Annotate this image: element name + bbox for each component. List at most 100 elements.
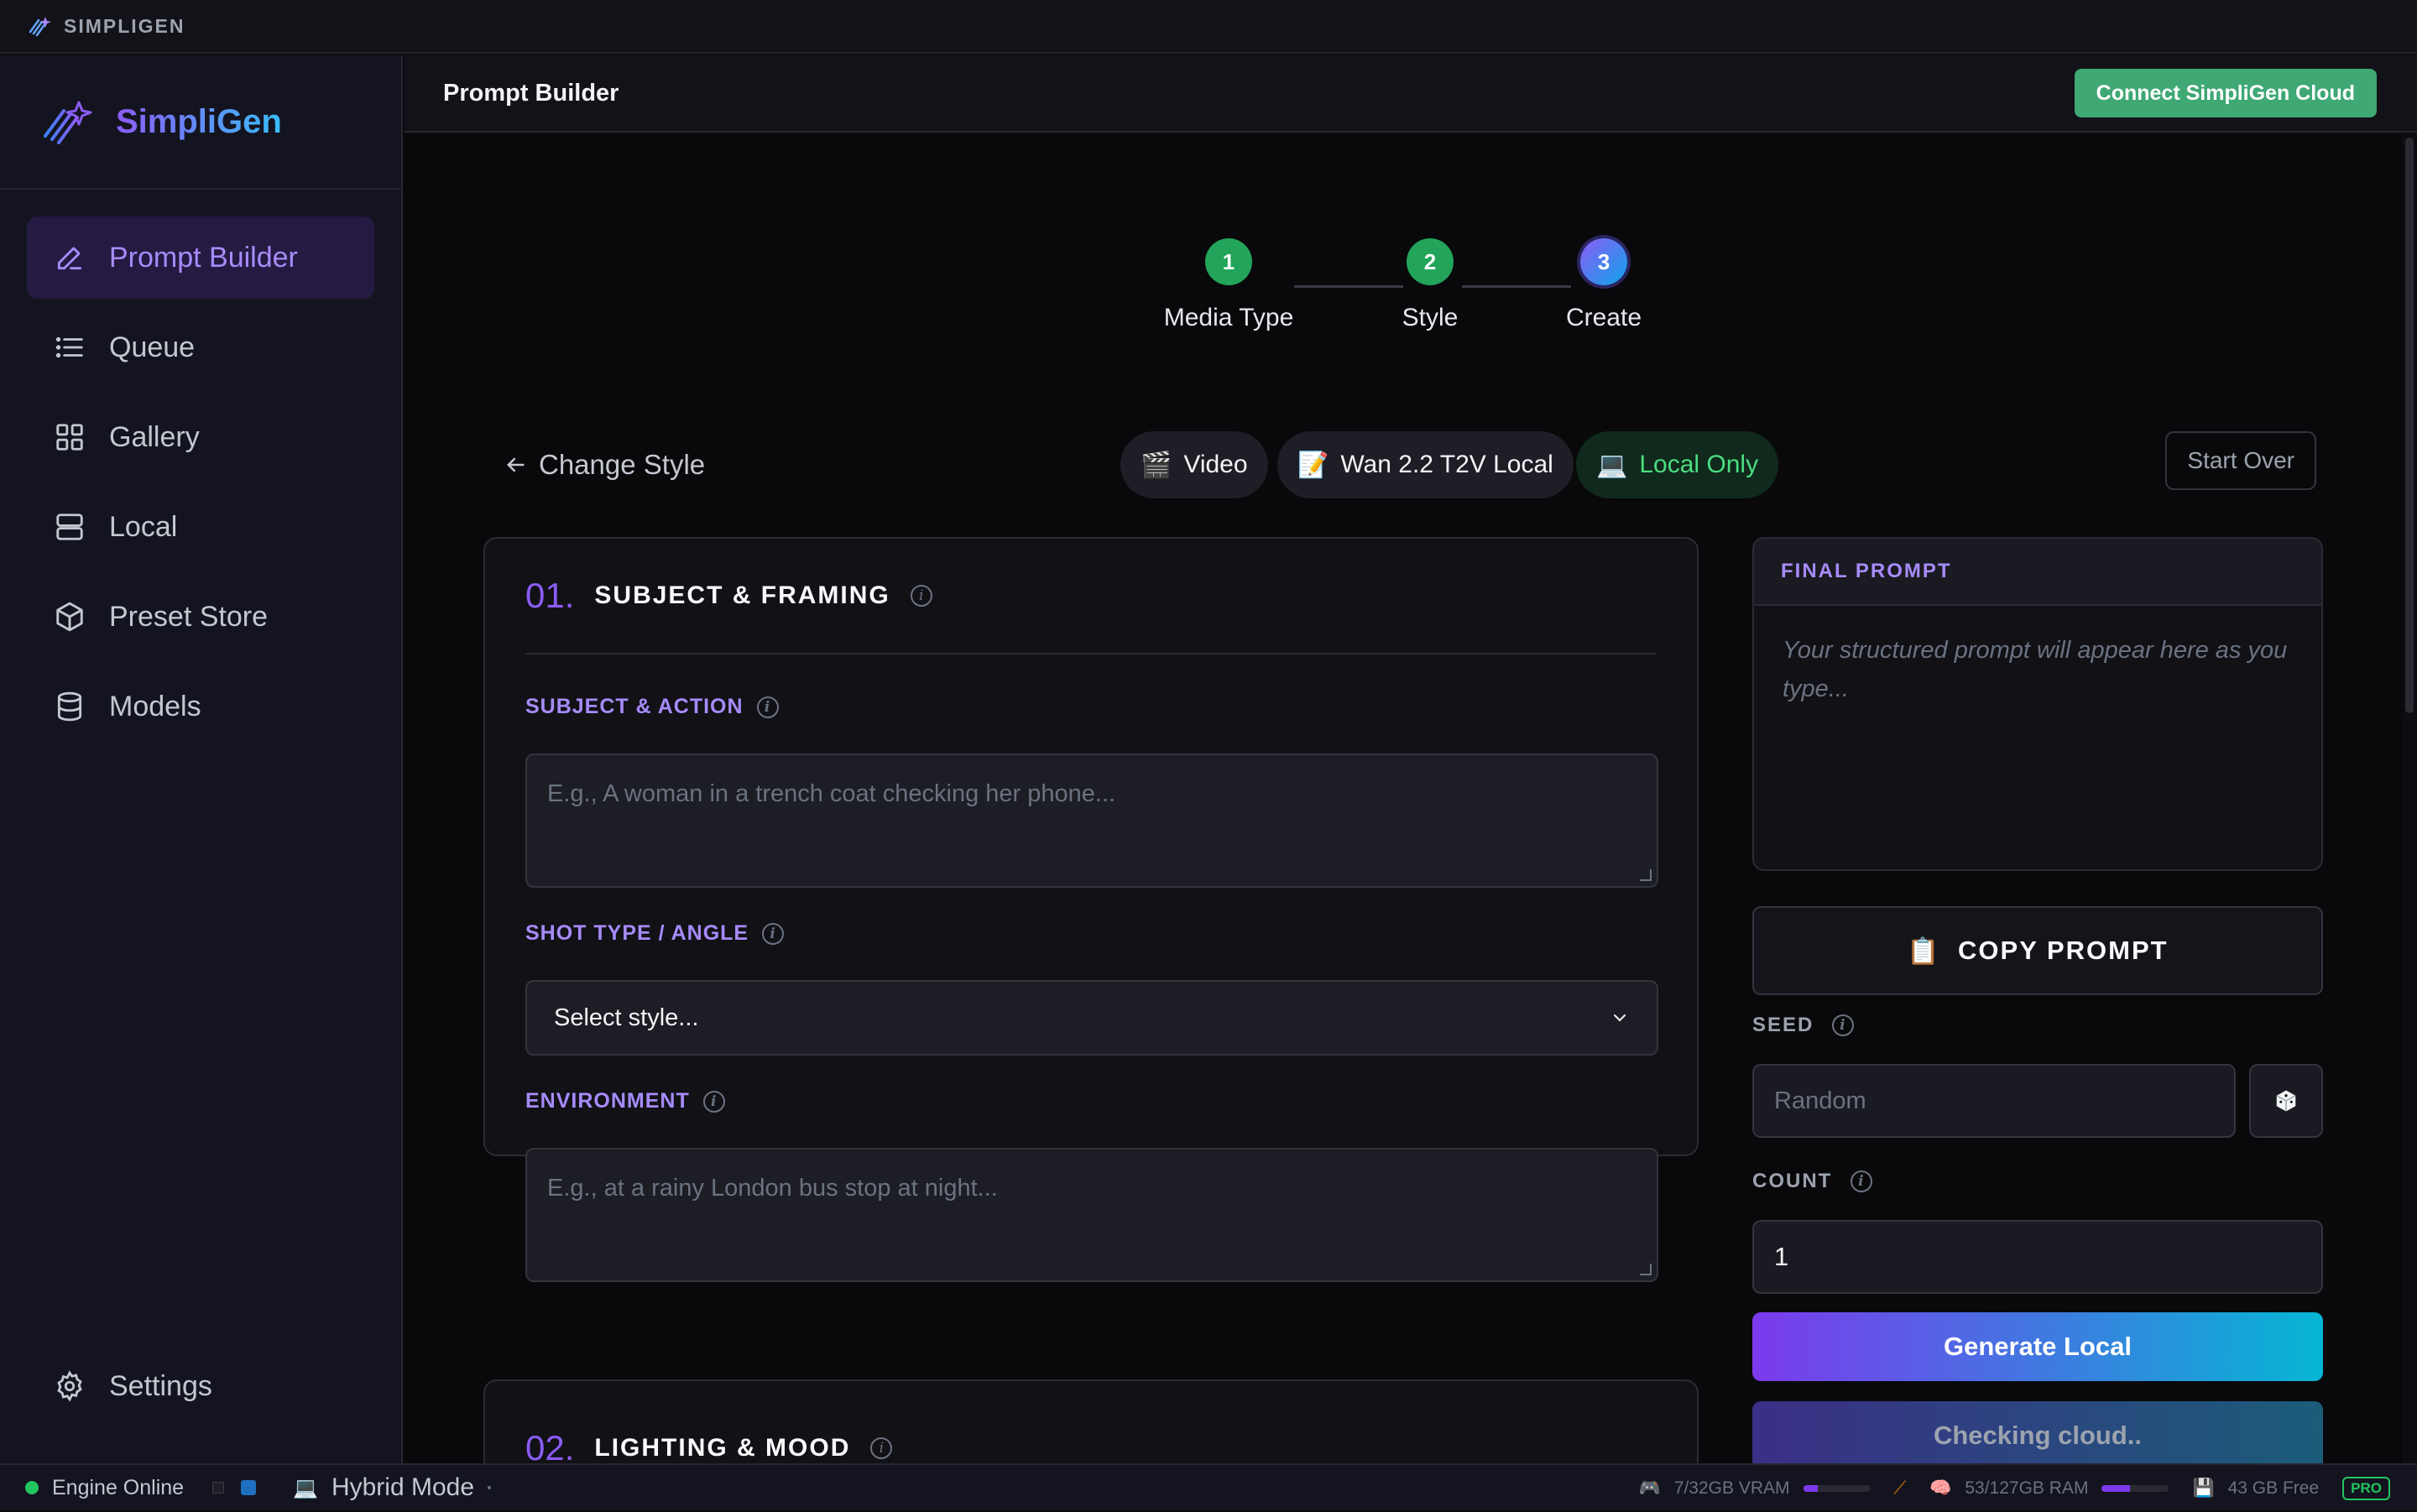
sidebar-item-local[interactable]: Local — [27, 486, 374, 568]
sidebar: SimpliGen Prompt Builder Queue Gallery L… — [0, 55, 403, 1463]
database-icon — [57, 691, 82, 722]
ram-text: 53/127GB RAM — [1965, 1478, 2089, 1498]
list-icon — [55, 336, 83, 358]
model-chip[interactable]: 📝 Wan 2.2 T2V Local — [1277, 431, 1574, 498]
start-over-button[interactable]: Start Over — [2165, 431, 2316, 490]
environment-label: ENVIRONMENT i — [525, 1089, 725, 1113]
media-type-chip[interactable]: 🎬 Video — [1120, 431, 1268, 498]
step-label: Style — [1402, 304, 1459, 331]
sidebar-item-label: Settings — [109, 1369, 212, 1402]
pencil-icon — [57, 247, 82, 270]
subject-label: SUBJECT & ACTION i — [525, 695, 779, 719]
copy-prompt-button[interactable]: 📋 COPY PROMPT — [1752, 906, 2323, 995]
mode-text: Hybrid Mode — [331, 1473, 475, 1501]
resize-grip-icon[interactable] — [1640, 869, 1652, 881]
ram-meter-fill — [2101, 1485, 2131, 1492]
info-icon[interactable]: i — [910, 585, 932, 607]
sidebar-item-label: Prompt Builder — [109, 241, 298, 274]
step-media-type[interactable]: 1 Media Type — [1145, 238, 1313, 332]
copy-prompt-label: COPY PROMPT — [1958, 936, 2169, 965]
main-scrollbar[interactable] — [2402, 134, 2417, 1463]
gpu-icon: 🎮 — [1638, 1478, 1661, 1498]
info-icon[interactable]: i — [702, 1090, 725, 1113]
resize-grip-icon[interactable] — [1640, 1264, 1652, 1275]
disk-stat: 💾 43 GB Free — [2192, 1478, 2319, 1499]
engine-status-text: Engine Online — [52, 1475, 185, 1499]
laptop-icon: 💻 — [293, 1476, 318, 1499]
final-prompt-text[interactable]: Your structured prompt will appear here … — [1754, 606, 2321, 733]
sidebar-nav: Prompt Builder Queue Gallery Local Prese… — [0, 190, 401, 748]
mode-dot-icon — [488, 1486, 492, 1489]
arrow-left-icon — [507, 457, 525, 472]
chip-label: Video — [1183, 451, 1248, 478]
step-style[interactable]: 2 Style — [1346, 238, 1514, 332]
change-style-link[interactable]: Change Style — [504, 431, 705, 498]
refresh-icon[interactable] — [241, 1480, 257, 1495]
info-icon[interactable]: i — [870, 1437, 893, 1459]
pro-badge: PRO — [2342, 1477, 2390, 1500]
randomize-seed-button[interactable] — [2249, 1064, 2323, 1138]
generate-local-button[interactable]: Generate Local — [1752, 1312, 2323, 1381]
final-prompt-header: FINAL PROMPT — [1754, 539, 2321, 606]
subject-input[interactable]: E.g., A woman in a trench coat checking … — [525, 753, 1658, 888]
mode-indicator[interactable]: 💻 Hybrid Mode — [293, 1473, 492, 1502]
titlebar-app-name: SIMPLIGEN — [64, 14, 185, 37]
brain-icon: 🧠 — [1929, 1478, 1952, 1498]
mode-chip[interactable]: 💻 Local Only — [1576, 431, 1779, 498]
clipboard-icon: 📋 — [1907, 936, 1942, 966]
ram-meter — [2101, 1485, 2169, 1492]
step-label: Media Type — [1163, 304, 1294, 331]
step-label: Create — [1565, 304, 1642, 331]
shot-type-label-text: SHOT TYPE / ANGLE — [525, 921, 749, 945]
seed-input[interactable]: Random — [1752, 1064, 2236, 1138]
section-number: 01. — [525, 576, 575, 615]
section-header: 01. SUBJECT & FRAMING i — [525, 539, 1657, 654]
ram-stat: 🧠 53/127GB RAM — [1929, 1478, 2169, 1499]
info-icon[interactable]: i — [756, 696, 779, 718]
sidebar-item-settings[interactable]: Settings — [27, 1345, 212, 1427]
seed-placeholder: Random — [1774, 1087, 1866, 1114]
change-style-label: Change Style — [539, 449, 706, 480]
main-content: 1 Media Type 2 Style 3 Create Change Sty… — [405, 134, 2402, 1463]
subject-placeholder: E.g., A woman in a trench coat checking … — [547, 780, 1116, 807]
environment-input[interactable]: E.g., at a rainy London bus stop at nigh… — [525, 1148, 1658, 1282]
clapper-icon: 🎬 — [1141, 451, 1172, 479]
sidebar-item-preset-store[interactable]: Preset Store — [27, 576, 374, 658]
stepper: 1 Media Type 2 Style 3 Create — [405, 238, 2402, 339]
info-icon[interactable]: i — [762, 922, 785, 945]
info-icon[interactable]: i — [1851, 1170, 1873, 1192]
info-icon[interactable]: i — [1832, 1014, 1855, 1036]
controls-row: Change Style 🎬 Video 📝 Wan 2.2 T2V Local… — [405, 431, 2402, 498]
section-header: 02. LIGHTING & MOOD i — [525, 1381, 1657, 1463]
environment-label-text: ENVIRONMENT — [525, 1089, 690, 1113]
section-number: 02. — [525, 1428, 575, 1463]
gear-icon — [57, 1370, 82, 1402]
chip-label: Local Only — [1639, 451, 1759, 478]
count-input[interactable]: 1 — [1752, 1220, 2323, 1294]
resource-stats: 🎮 7/32GB VRAM ⟋ 🧠 53/127GB RAM 💾 43 GB F… — [1639, 1465, 2390, 1512]
checking-cloud-button[interactable]: Checking cloud.. — [1752, 1401, 2323, 1463]
vram-meter-fill — [1803, 1485, 1819, 1492]
count-label: COUNT i — [1752, 1170, 1873, 1193]
environment-placeholder: E.g., at a rainy London bus stop at nigh… — [547, 1175, 998, 1202]
step-number: 3 — [1580, 238, 1627, 285]
sidebar-item-models[interactable]: Models — [27, 665, 374, 748]
connect-cloud-button[interactable]: Connect SimpliGen Cloud — [2074, 69, 2377, 117]
dice-icon — [2276, 1090, 2296, 1112]
stop-icon[interactable] — [212, 1482, 225, 1494]
seed-label: SEED i — [1752, 1014, 1855, 1037]
sidebar-item-label: Queue — [109, 331, 196, 363]
brand[interactable]: SimpliGen — [0, 55, 401, 190]
shot-type-select[interactable]: Select style... — [525, 980, 1658, 1056]
broom-icon[interactable]: ⟋ — [1894, 1478, 1907, 1499]
sidebar-item-prompt-builder[interactable]: Prompt Builder — [27, 216, 374, 299]
page-title: Prompt Builder — [443, 79, 619, 107]
count-value: 1 — [1774, 1242, 1789, 1271]
step-create[interactable]: 3 Create — [1520, 238, 1688, 332]
box-icon — [56, 602, 83, 632]
brand-logo-icon — [44, 101, 92, 144]
scrollbar-thumb[interactable] — [2405, 138, 2414, 713]
sidebar-item-gallery[interactable]: Gallery — [27, 396, 374, 478]
step-number: 1 — [1205, 238, 1252, 285]
sidebar-item-queue[interactable]: Queue — [27, 306, 374, 388]
